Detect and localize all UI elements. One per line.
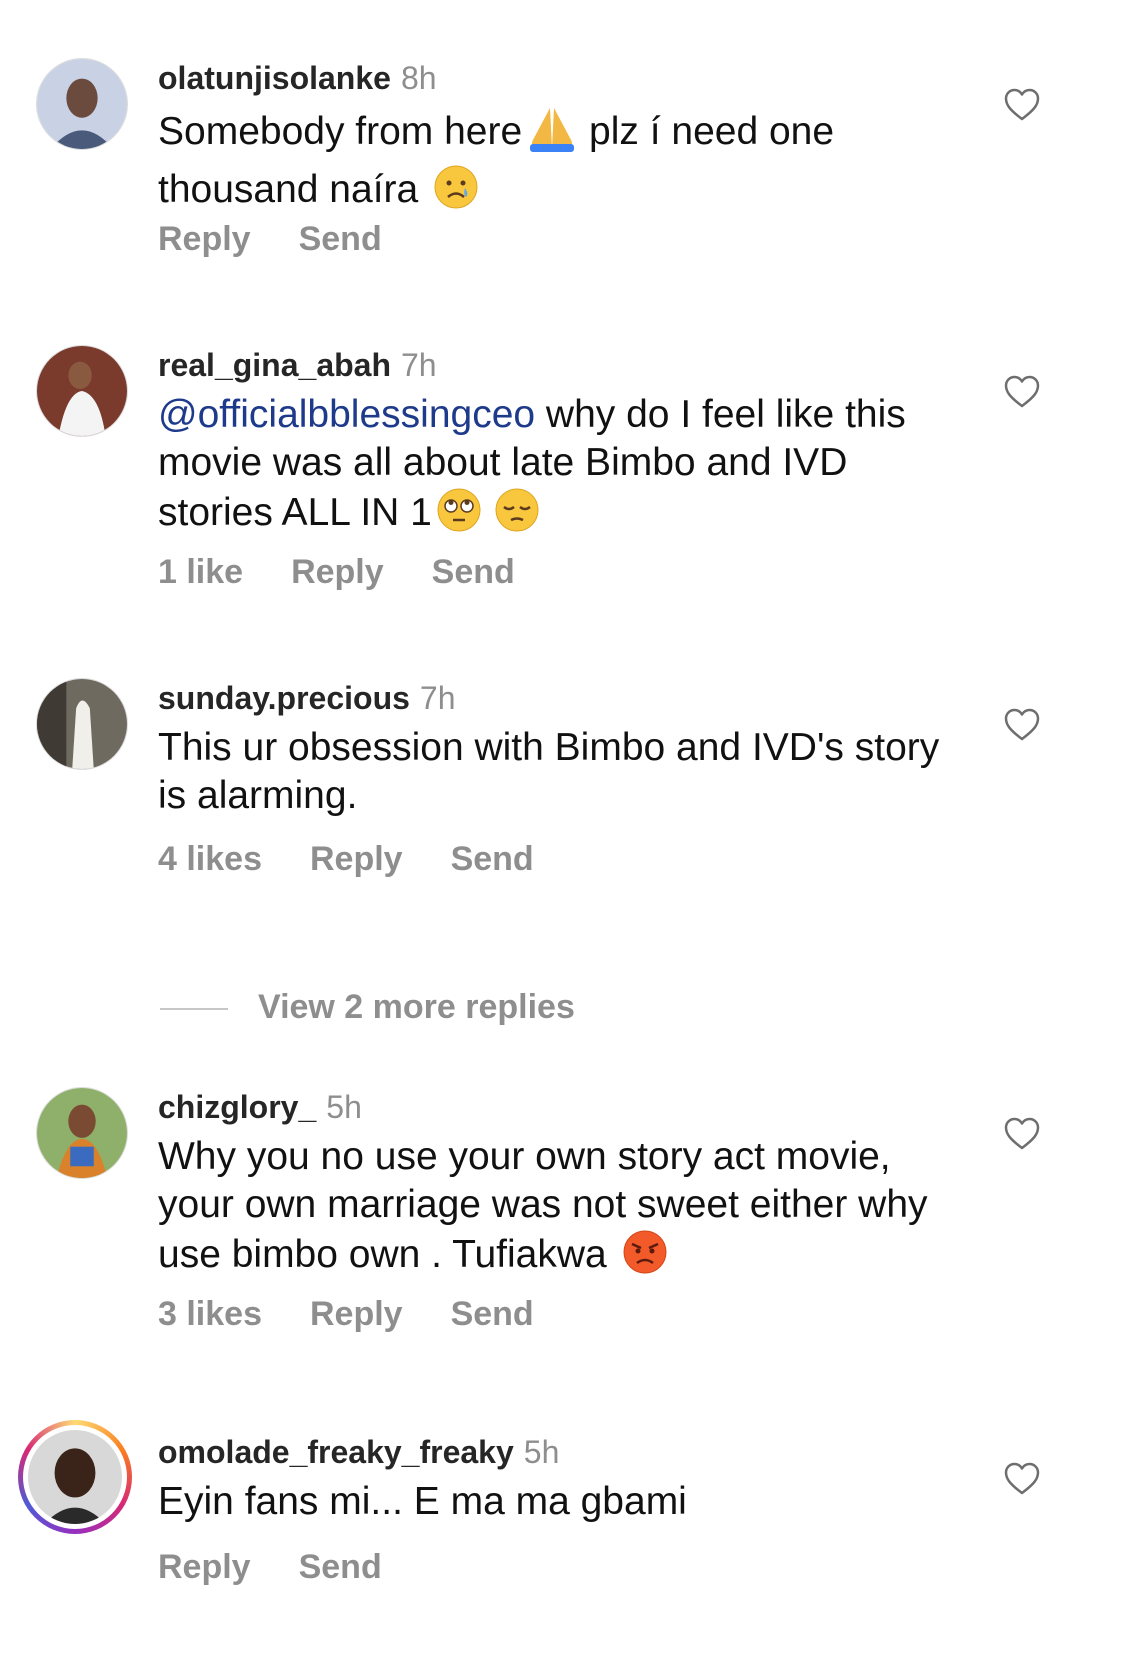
reply-button[interactable]: Reply [158, 1548, 251, 1586]
timestamp: 5h [326, 1089, 362, 1125]
avatar[interactable] [36, 678, 128, 770]
avatar[interactable] [36, 345, 128, 437]
username[interactable]: chizglory_ [158, 1089, 316, 1125]
like-count[interactable]: 3 likes [158, 1295, 262, 1333]
reply-button[interactable]: Reply [291, 553, 384, 591]
send-button[interactable]: Send [299, 1548, 382, 1586]
comment-text: @officialbblessingceo why do I feel like… [158, 391, 958, 545]
like-count[interactable]: 1 like [158, 553, 243, 591]
comment-actions: 1 like Reply Send [158, 553, 563, 592]
like-heart-icon[interactable] [1004, 1117, 1040, 1151]
send-button[interactable]: Send [432, 553, 515, 591]
reply-button[interactable]: Reply [158, 220, 251, 258]
comment-text: Eyin fans mi... E ma ma gbami [158, 1478, 958, 1526]
username[interactable]: olatunjisolanke [158, 60, 391, 96]
avatar-image [37, 346, 127, 436]
comment-text: This ur obsession with Bimbo and IVD's s… [158, 724, 958, 820]
username[interactable]: sunday.precious [158, 680, 410, 716]
like-heart-icon[interactable] [1004, 88, 1040, 122]
timestamp: 7h [419, 680, 456, 716]
send-button[interactable]: Send [299, 220, 382, 258]
avatar-image [28, 1430, 122, 1524]
comment-actions: 3 likes Reply Send [158, 1295, 582, 1334]
view-more-replies-button[interactable]: View 2 more replies [160, 988, 575, 1027]
comment-text-part: Eyin fans mi... E ma ma gbami [158, 1480, 687, 1523]
folded-hands-icon [526, 104, 578, 164]
comment-text-part: This ur obsession with Bimbo and IVD's s… [158, 726, 940, 817]
send-button[interactable]: Send [451, 1295, 534, 1333]
comment-text-part: Why you no use your own story act movie,… [158, 1135, 928, 1276]
comment-header: omolade_freaky_freaky 5h [158, 1432, 559, 1472]
divider-line [160, 1008, 228, 1011]
timestamp: 8h [400, 60, 437, 96]
send-button[interactable]: Send [451, 840, 534, 878]
like-heart-icon[interactable] [1004, 708, 1040, 742]
avatar[interactable] [36, 1087, 128, 1179]
avatar-image [37, 1088, 127, 1178]
comment-actions: Reply Send [158, 220, 430, 259]
like-heart-icon[interactable] [1004, 1462, 1040, 1496]
comment-header: sunday.precious 7h [158, 678, 456, 718]
timestamp: 7h [401, 347, 437, 383]
avatar-image [37, 59, 127, 149]
avatar[interactable] [36, 58, 128, 150]
story-ring-inner [23, 1425, 127, 1529]
comment-text-part: Somebody from here [158, 110, 523, 153]
like-heart-icon[interactable] [1004, 375, 1040, 409]
angry-face-icon [622, 1229, 668, 1287]
comment-actions: Reply Send [158, 1548, 430, 1587]
comment-actions: 4 likes Reply Send [158, 840, 582, 879]
username[interactable]: omolade_freaky_freaky [158, 1434, 514, 1470]
view-more-replies-label: View 2 more replies [258, 988, 575, 1026]
avatar-story-ring[interactable] [18, 1420, 132, 1534]
like-count[interactable]: 4 likes [158, 840, 262, 878]
timestamp: 5h [523, 1434, 560, 1470]
avatar-image [37, 679, 127, 769]
comment-text: Why you no use your own story act movie,… [158, 1133, 958, 1287]
reply-button[interactable]: Reply [310, 840, 403, 878]
mention-link[interactable]: @officialbblessingceo [158, 393, 535, 436]
comment-header: olatunjisolanke 8h [158, 58, 437, 98]
username[interactable]: real_gina_abah [158, 347, 391, 383]
crying-face-icon [433, 164, 479, 222]
pensive-face-icon [494, 487, 540, 545]
reply-button[interactable]: Reply [310, 1295, 403, 1333]
comment-text: Somebody from here plz í need one thousa… [158, 104, 958, 222]
rolling-eyes-face-icon [436, 487, 482, 545]
comment-header: real_gina_abah 7h [158, 345, 437, 385]
comment-header: chizglory_ 5h [158, 1087, 362, 1127]
